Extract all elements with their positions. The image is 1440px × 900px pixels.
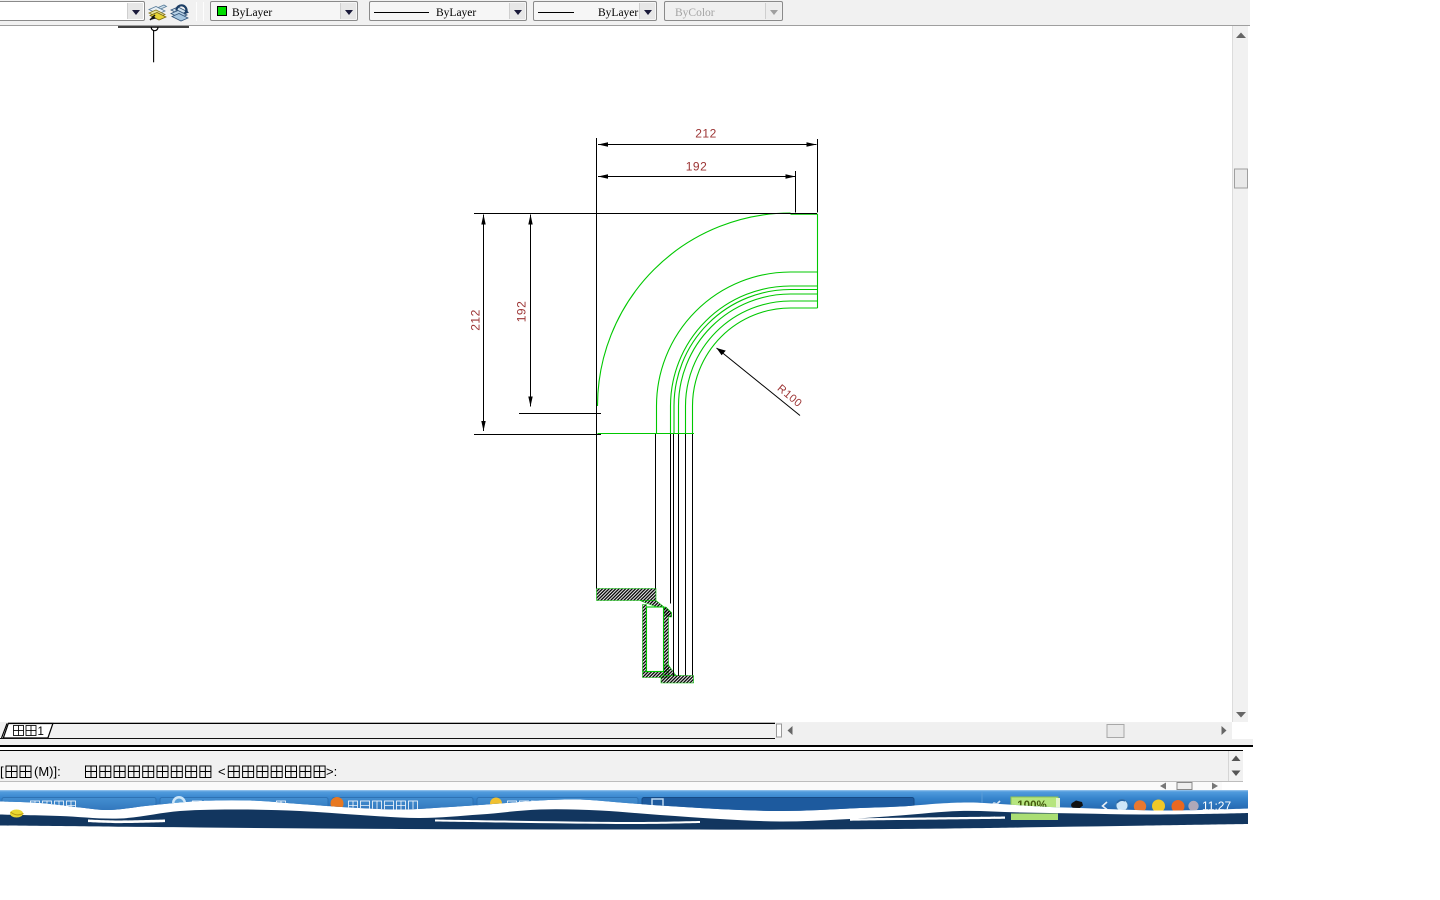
svg-text:[: [ (0, 764, 4, 779)
svg-text:<: < (218, 764, 226, 779)
svg-text:1: 1 (38, 726, 44, 738)
svg-text:R100: R100 (775, 383, 804, 410)
svg-text:212: 212 (469, 309, 483, 331)
svg-text:(M)]:: (M)]: (34, 764, 61, 779)
svg-text:192: 192 (515, 301, 529, 323)
svg-text:>:: >: (326, 764, 337, 779)
svg-text:192: 192 (686, 160, 708, 174)
svg-text:11:27: 11:27 (1202, 799, 1231, 813)
svg-text:212: 212 (695, 127, 717, 141)
svg-text:100%: 100% (1017, 800, 1046, 812)
